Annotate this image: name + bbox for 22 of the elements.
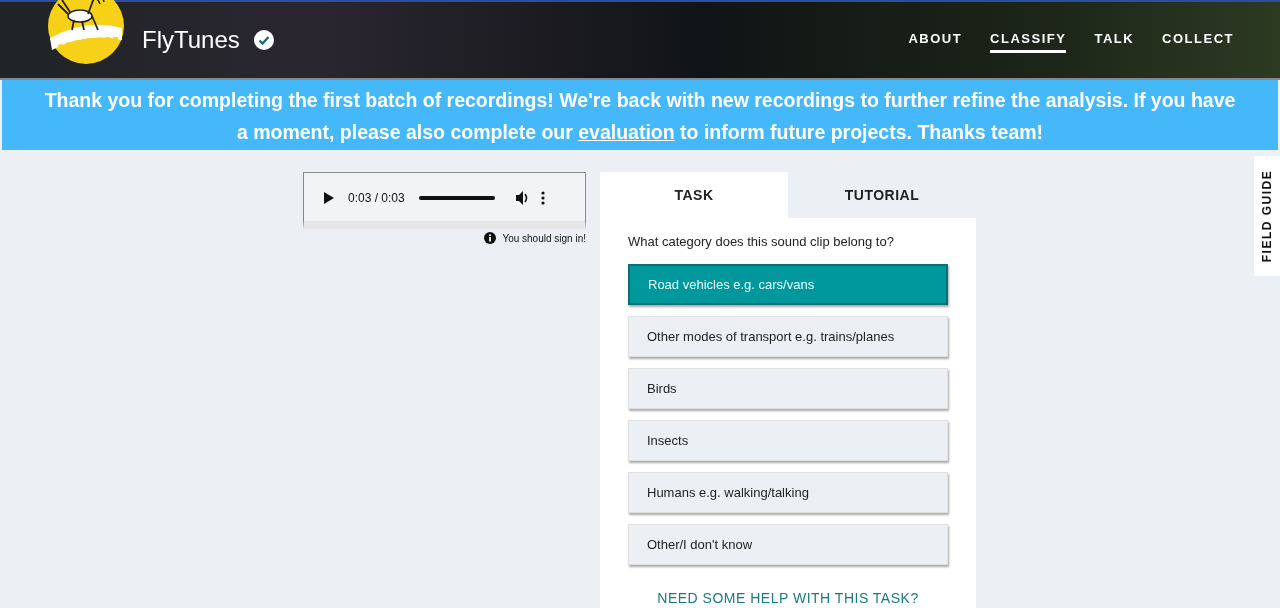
announcement-text: Thank you for completing the first batch of recordings! We're back with new recordings to further refine the analysis. If you have a moment, please also complete our evaluation to inform future projects. Thanks team! xyxy=(43,88,1237,145)
play-icon[interactable] xyxy=(324,191,334,204)
field-guide-tab[interactable]: FIELD GUIDE xyxy=(1254,156,1280,276)
help-link[interactable]: NEED SOME HELP WITH THIS TASK? xyxy=(628,590,948,606)
more-options-icon[interactable] xyxy=(540,190,545,205)
panel-tab[interactable]: TUTORIAL xyxy=(788,172,976,218)
progress-fill[interactable] xyxy=(418,195,495,200)
cricket-logo-icon[interactable] xyxy=(48,0,124,64)
nav-link[interactable]: COLLECT xyxy=(1162,27,1234,53)
playback-time: 0:03 / 0:03 xyxy=(348,190,405,205)
nav-link[interactable]: ABOUT xyxy=(908,27,963,53)
answer-option[interactable]: Insects xyxy=(628,420,948,461)
answer-option[interactable]: Other/I don't know xyxy=(628,524,948,565)
answer-option[interactable]: Birds xyxy=(628,368,948,409)
nav-link[interactable]: CLASSIFY xyxy=(990,27,1067,53)
answer-option[interactable]: Other modes of transport e.g. trains/planes xyxy=(628,316,948,357)
project-title[interactable]: FlyTunes xyxy=(142,26,240,54)
answer-option[interactable]: Humans e.g. walking/talking xyxy=(628,472,948,513)
sign-in-notice: You should sign in! xyxy=(502,232,586,244)
info-icon xyxy=(484,232,497,244)
question-text: What category does this sound clip belong to? xyxy=(628,234,895,249)
nav-link[interactable]: TALK xyxy=(1094,27,1135,53)
